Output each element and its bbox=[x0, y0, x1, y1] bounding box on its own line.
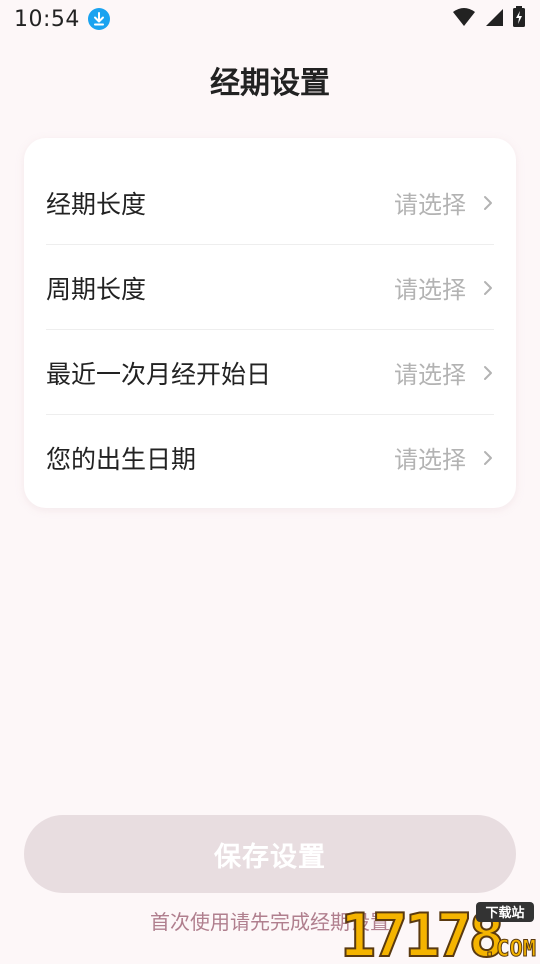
setting-row-birth-date[interactable]: 您的出生日期 请选择 bbox=[46, 415, 494, 500]
setting-value-wrap: 请选择 bbox=[394, 270, 494, 305]
setting-label: 最近一次月经开始日 bbox=[46, 359, 272, 389]
download-icon bbox=[87, 8, 110, 30]
setting-row-cycle-length[interactable]: 周期长度 请选择 bbox=[46, 245, 494, 330]
watermark-badge: 下载站 bbox=[485, 905, 524, 921]
setting-row-period-length[interactable]: 经期长度 请选择 bbox=[46, 160, 494, 245]
status-time: 10:54 bbox=[14, 6, 80, 32]
chevron-right-icon bbox=[482, 278, 494, 298]
chevron-right-icon bbox=[482, 448, 494, 468]
setting-value: 请选择 bbox=[394, 446, 466, 474]
settings-card: 经期长度 请选择 周期长度 请选择 最近一次月经开始日 请选择 您的出生日期 请… bbox=[24, 138, 516, 508]
site-watermark-logo: 17178 下载站 .COM bbox=[339, 898, 537, 964]
setting-label: 经期长度 bbox=[46, 189, 147, 219]
setting-label: 您的出生日期 bbox=[46, 444, 197, 474]
chevron-right-icon bbox=[482, 193, 494, 213]
battery-icon bbox=[512, 6, 526, 32]
status-right bbox=[452, 6, 526, 32]
signal-icon bbox=[484, 7, 504, 31]
wifi-icon bbox=[452, 7, 476, 31]
setting-value-wrap: 请选择 bbox=[394, 185, 494, 220]
status-left: 10:54 bbox=[14, 7, 110, 32]
chevron-right-icon bbox=[482, 363, 494, 383]
status-bar: 10:54 bbox=[0, 0, 540, 38]
setting-value-wrap: 请选择 bbox=[394, 440, 494, 475]
setting-value: 请选择 bbox=[394, 361, 466, 389]
page-title: 经期设置 bbox=[210, 66, 330, 101]
setting-value-wrap: 请选择 bbox=[394, 355, 494, 390]
save-settings-button[interactable]: 保存设置 bbox=[24, 815, 516, 893]
setting-value: 请选择 bbox=[394, 191, 466, 219]
setting-label: 周期长度 bbox=[46, 274, 147, 304]
setting-row-last-period-start[interactable]: 最近一次月经开始日 请选择 bbox=[46, 330, 494, 415]
watermark-domain: .COM bbox=[483, 937, 536, 960]
setting-value: 请选择 bbox=[394, 276, 466, 304]
